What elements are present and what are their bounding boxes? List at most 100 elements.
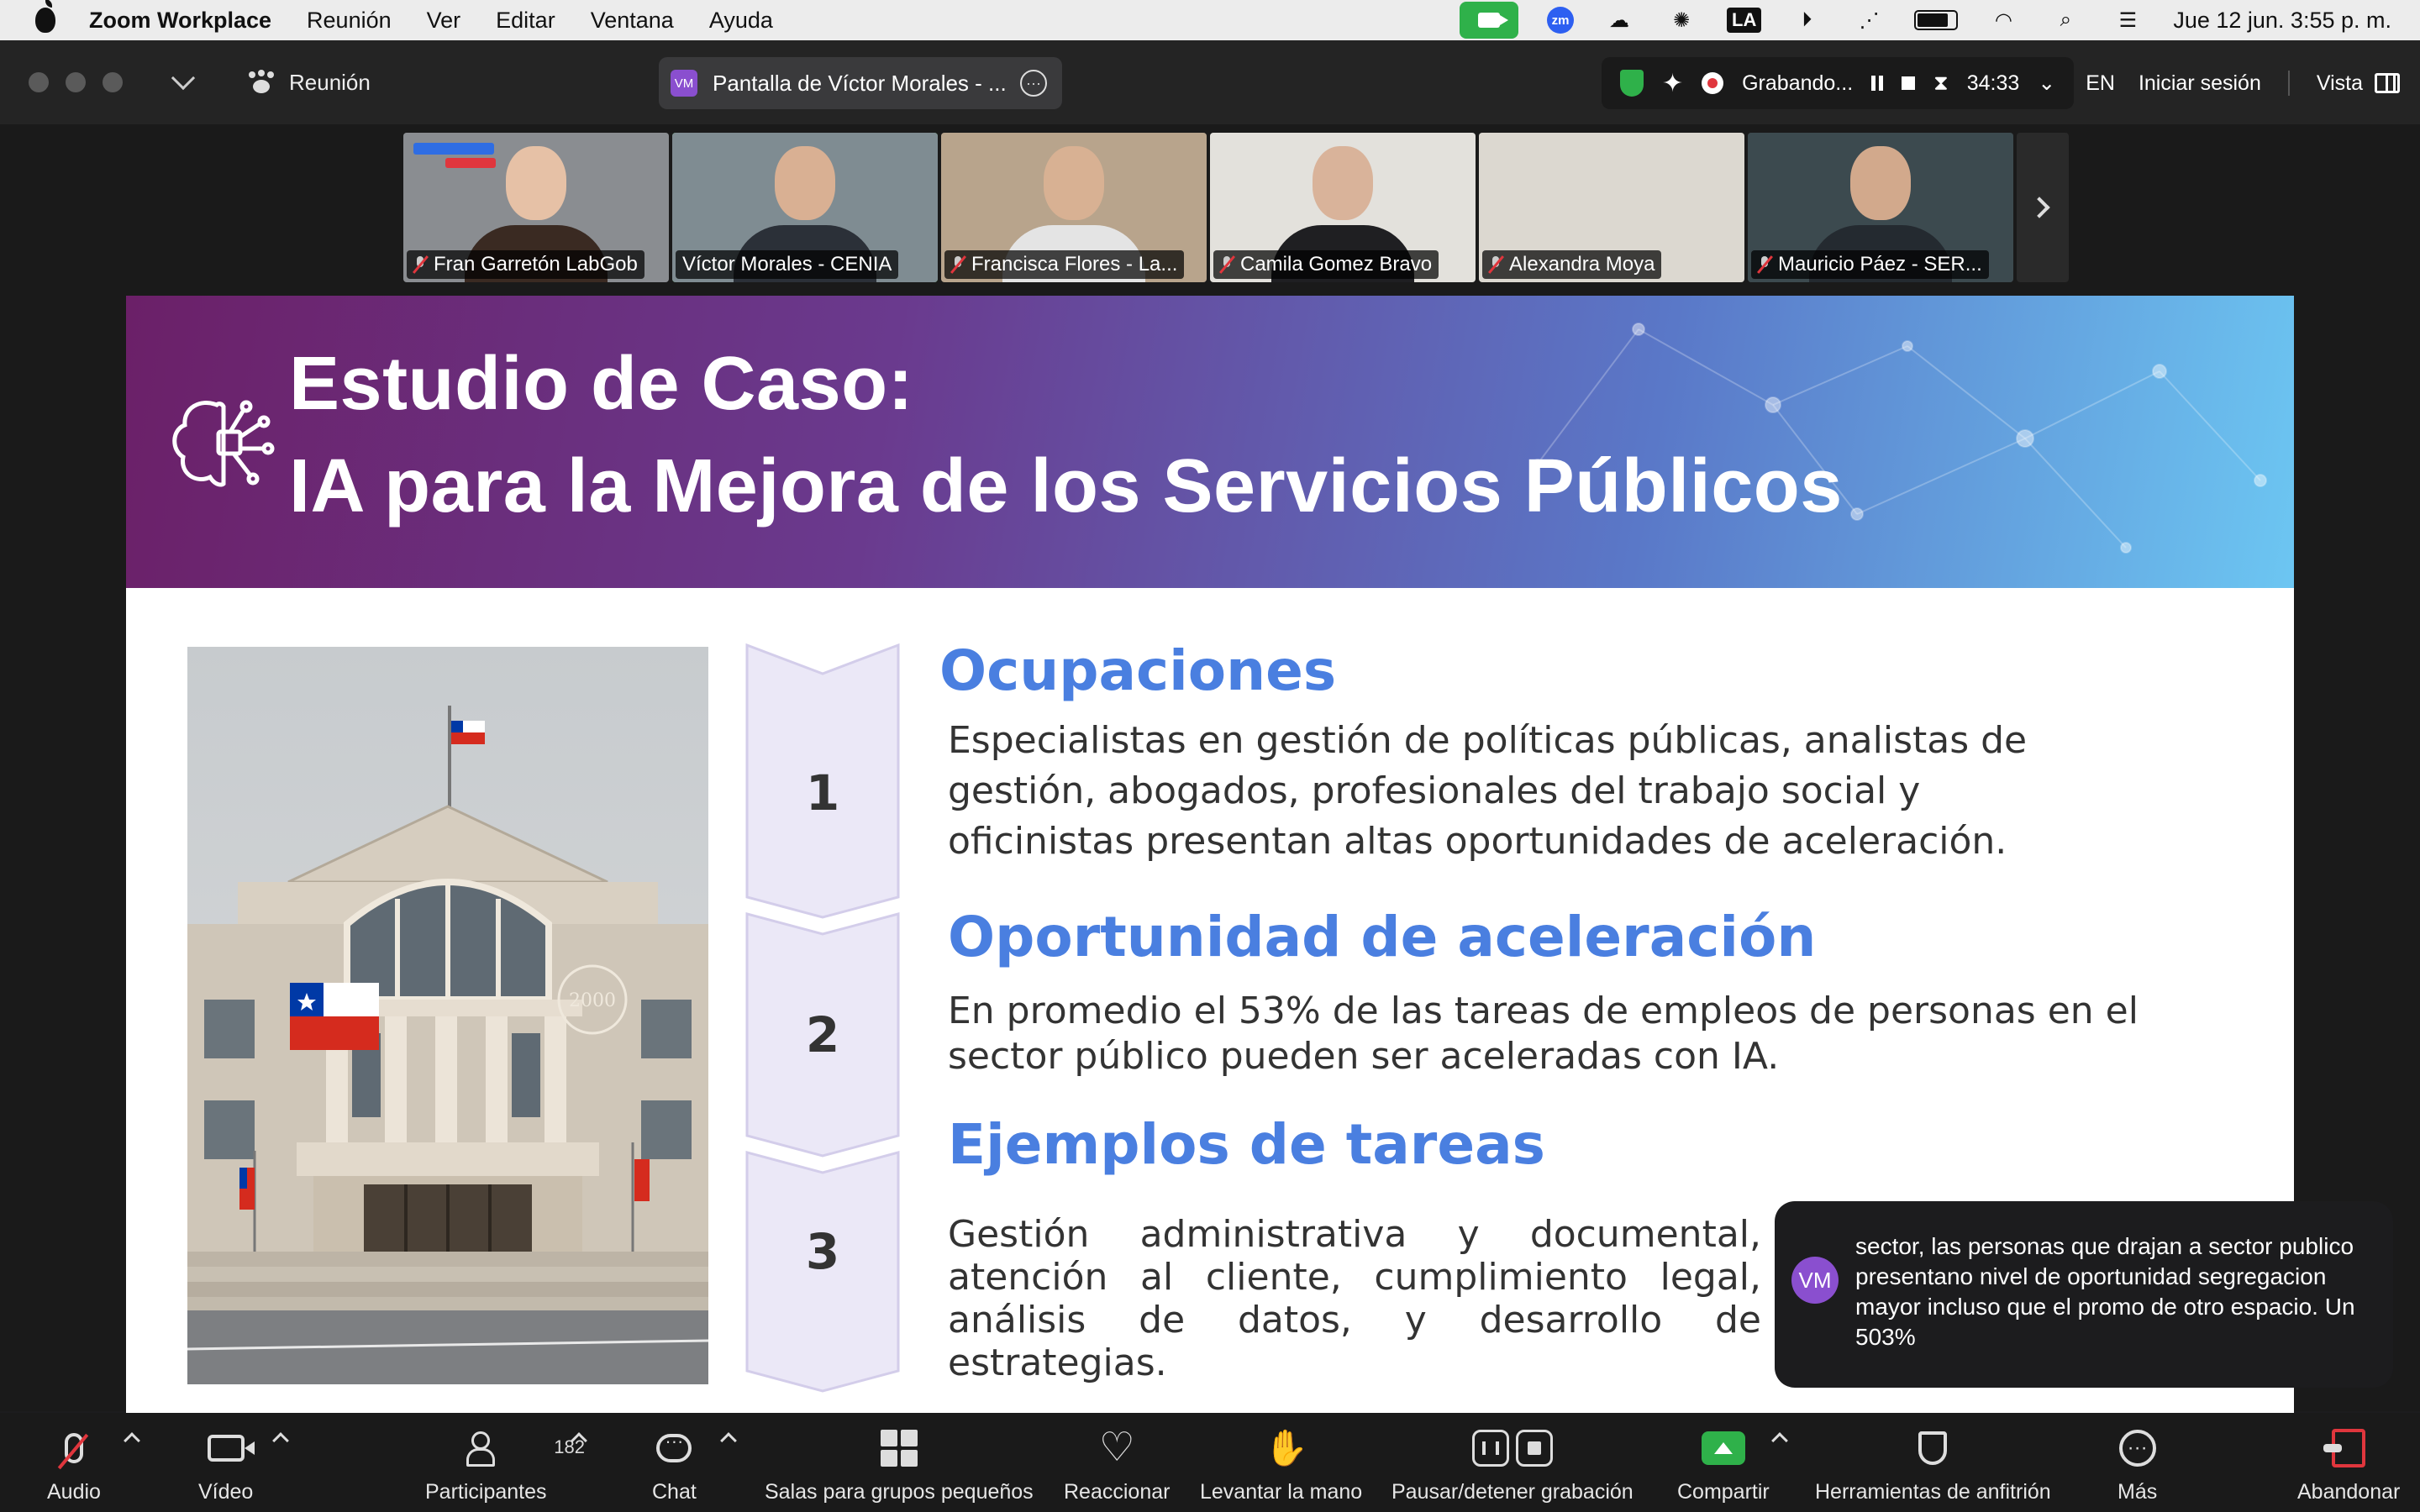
participants-label: Participantes bbox=[425, 1480, 547, 1504]
live-caption-bubble[interactable]: VM sector, las personas que drajan a sec… bbox=[1775, 1201, 2393, 1388]
screen-mirroring-icon[interactable]: ⋰ bbox=[1852, 8, 1886, 33]
zoom-video-status-icon[interactable] bbox=[1460, 2, 1518, 39]
sign-in-link[interactable]: Iniciar sesión bbox=[2139, 71, 2261, 96]
breakout-label: Salas para grupos pequeños bbox=[765, 1480, 1034, 1504]
building-sign: 2000 bbox=[569, 990, 616, 1011]
video-options-caret-icon[interactable] bbox=[272, 1432, 289, 1449]
background-tag bbox=[413, 143, 494, 155]
menu-app-name[interactable]: Zoom Workplace bbox=[89, 8, 271, 34]
mic-muted-icon bbox=[1758, 255, 1771, 274]
input-source-indicator[interactable]: LA bbox=[1727, 8, 1762, 33]
participant-name-label: Mauricio Páez - SER... bbox=[1751, 250, 1989, 279]
menu-ver[interactable]: Ver bbox=[427, 8, 461, 34]
pause-recording-icon[interactable] bbox=[1871, 76, 1884, 91]
chevron-down-icon[interactable] bbox=[171, 66, 196, 91]
raise-hand-button[interactable]: ✋ Levantar la mano bbox=[1200, 1423, 1362, 1504]
menu-ayuda[interactable]: Ayuda bbox=[709, 8, 773, 34]
view-grid-icon[interactable] bbox=[2375, 73, 2400, 93]
section-text-acceleration: En promedio el 53% de las tareas de empl… bbox=[948, 990, 2139, 1078]
chat-button[interactable]: Chat bbox=[652, 1423, 697, 1504]
participant-tile[interactable]: Fran Garretón LabGob bbox=[403, 133, 669, 282]
mic-muted-icon bbox=[1220, 255, 1234, 274]
participants-button[interactable]: 182 Participantes bbox=[425, 1423, 585, 1504]
apple-logo-icon[interactable] bbox=[35, 0, 55, 33]
participant-name: Francisca Flores - La... bbox=[971, 253, 1178, 276]
chat-options-caret-icon[interactable] bbox=[720, 1432, 737, 1449]
step-number-2: 2 bbox=[805, 1006, 840, 1063]
mic-muted-icon bbox=[413, 255, 427, 274]
leave-label: Abandonar bbox=[2297, 1480, 2401, 1504]
step-number-1: 1 bbox=[805, 764, 840, 822]
participant-face bbox=[1581, 146, 1642, 220]
section-text-occupations: Especialistas en gestión de políticas pú… bbox=[948, 719, 2028, 863]
share-screen-button[interactable]: Compartir bbox=[1677, 1423, 1770, 1504]
caption-speaker-avatar: VM bbox=[1791, 1257, 1839, 1304]
host-shield-icon bbox=[1918, 1431, 1948, 1465]
audio-label: Audio bbox=[47, 1480, 101, 1504]
participant-tile[interactable]: Mauricio Páez - SER... bbox=[1748, 133, 2013, 282]
menu-editar[interactable]: Editar bbox=[496, 8, 555, 34]
language-button[interactable]: EN bbox=[2086, 71, 2115, 96]
participant-name: Víctor Morales - CENIA bbox=[682, 253, 892, 276]
mic-muted-icon bbox=[951, 255, 965, 274]
more-options-icon[interactable]: ··· bbox=[1020, 70, 1047, 97]
battery-icon[interactable] bbox=[1914, 10, 1959, 30]
participant-face bbox=[506, 146, 566, 220]
participant-tile[interactable]: Francisca Flores - La... bbox=[941, 133, 1207, 282]
window-controls bbox=[29, 72, 123, 92]
breakout-rooms-button[interactable]: Salas para grupos pequeños bbox=[765, 1423, 1034, 1504]
participant-name: Fran Garretón LabGob bbox=[434, 253, 638, 276]
audio-button[interactable]: Audio bbox=[47, 1423, 101, 1504]
section-heading-occupations: Ocupaciones bbox=[939, 638, 1337, 703]
background-tag bbox=[445, 158, 496, 168]
host-tools-label: Herramientas de anfitrión bbox=[1815, 1480, 2051, 1504]
share-screen-icon bbox=[1701, 1431, 1745, 1465]
spotlight-search-icon[interactable]: ⌕ bbox=[2049, 8, 2082, 33]
menu-ventana[interactable]: Ventana bbox=[591, 8, 674, 34]
openai-icon[interactable]: ✺ bbox=[1665, 8, 1698, 33]
menu-reunion[interactable]: Reunión bbox=[307, 8, 392, 34]
host-tools-button[interactable]: Herramientas de anfitrión bbox=[1815, 1423, 2051, 1504]
leave-meeting-button[interactable]: Abandonar bbox=[2297, 1423, 2400, 1504]
more-button[interactable]: ··· Más bbox=[2118, 1423, 2157, 1504]
control-center-icon[interactable]: ☰ bbox=[2111, 8, 2144, 33]
zoom-menu-extra-icon[interactable]: zm bbox=[1547, 7, 1574, 34]
reactions-button[interactable]: ♡ Reaccionar bbox=[1064, 1423, 1170, 1504]
zoom-window-button[interactable] bbox=[103, 72, 123, 92]
audio-options-caret-icon[interactable] bbox=[124, 1432, 140, 1449]
section-heading-acceleration: Oportunidad de aceleración bbox=[948, 905, 1817, 969]
share-options-caret-icon[interactable] bbox=[1771, 1432, 1788, 1449]
close-window-button[interactable] bbox=[29, 72, 49, 92]
participant-face bbox=[775, 146, 835, 220]
slide-title-line-2: IA para la Mejora de los Servicios Públi… bbox=[289, 444, 1843, 528]
menu-clock[interactable]: Jue 12 jun. 3:55 p. m. bbox=[2173, 8, 2391, 34]
share-title: Pantalla de Víctor Morales - ... bbox=[713, 70, 1005, 96]
video-button[interactable]: Vídeo bbox=[198, 1423, 255, 1504]
step-chevrons: 1 2 3 bbox=[744, 640, 912, 1396]
more-label: Más bbox=[2118, 1480, 2158, 1504]
status-pill: ✦ Grabando... ⧗ 34:33 ⌄ bbox=[1601, 57, 2075, 109]
government-building-photo: 2000 bbox=[187, 647, 708, 1384]
recording-controls-button[interactable]: Pausar/detener grabación bbox=[1392, 1423, 1634, 1504]
stop-recording-icon[interactable] bbox=[1902, 76, 1916, 90]
participant-tile[interactable]: Alexandra Moya bbox=[1479, 133, 1744, 282]
meeting-timer[interactable]: 34:33 bbox=[1967, 71, 2020, 96]
participant-tile[interactable]: Camila Gomez Bravo bbox=[1210, 133, 1476, 282]
participant-face bbox=[1313, 146, 1373, 220]
view-button[interactable]: Vista bbox=[2317, 71, 2363, 96]
encryption-shield-icon[interactable] bbox=[1619, 70, 1644, 97]
participant-name-label: Víctor Morales - CENIA bbox=[676, 250, 899, 279]
ai-companion-icon[interactable]: ✦ bbox=[1662, 69, 1683, 98]
next-participants-button[interactable] bbox=[2017, 133, 2069, 282]
participant-face bbox=[1044, 146, 1104, 220]
video-label: Vídeo bbox=[198, 1480, 254, 1504]
participant-tile[interactable]: Víctor Morales - CENIA bbox=[672, 133, 938, 282]
wifi-icon[interactable]: ◠ bbox=[1986, 8, 2020, 33]
play-circle-icon[interactable]: ⏵ bbox=[1790, 8, 1823, 33]
minimize-window-button[interactable] bbox=[66, 72, 86, 92]
timer-chevron-icon[interactable]: ⌄ bbox=[2038, 71, 2055, 96]
participant-name-label: Francisca Flores - La... bbox=[944, 250, 1185, 279]
meeting-info-button[interactable]: Reunión bbox=[247, 70, 371, 96]
screen-share-indicator[interactable]: VM Pantalla de Víctor Morales - ... ··· bbox=[659, 57, 1062, 109]
cloud-icon[interactable]: ☁ bbox=[1602, 8, 1636, 33]
